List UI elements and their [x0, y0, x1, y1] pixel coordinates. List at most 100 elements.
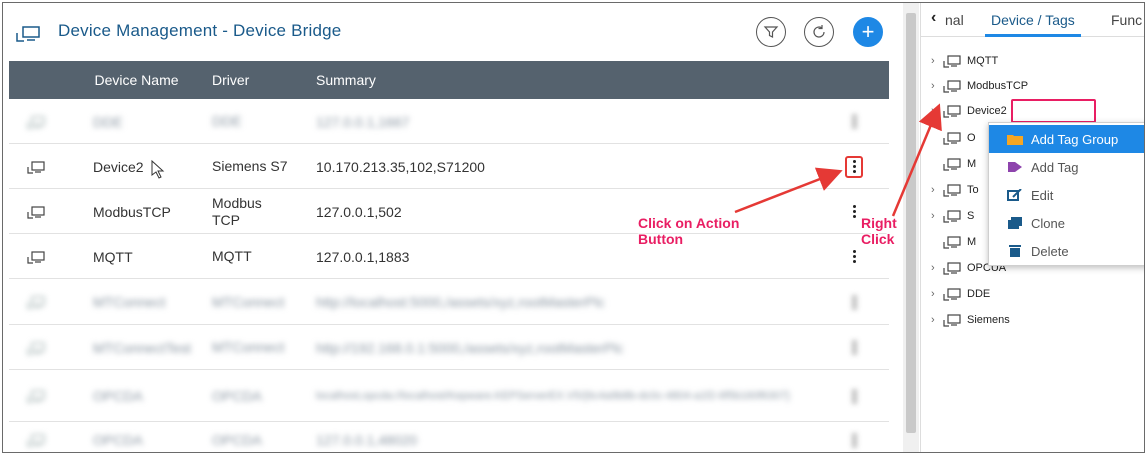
chevron-right-icon[interactable]: ›: [931, 55, 943, 67]
chevron-right-icon[interactable]: ›: [931, 80, 943, 92]
tab-func[interactable]: Func: [1111, 12, 1142, 28]
annotation-click-action: Click on Action Button: [638, 215, 758, 247]
tree-item[interactable]: M: [931, 154, 976, 174]
tab-nal[interactable]: nal: [945, 12, 964, 28]
filter-icon: [763, 26, 779, 38]
tab-device-tags[interactable]: Device / Tags: [991, 12, 1075, 28]
chevron-right-icon[interactable]: ›: [931, 210, 943, 222]
page-title: Device Management - Device Bridge: [58, 21, 342, 40]
panel-header: Device Management - Device Bridge +: [3, 3, 901, 61]
tree-item-label: DDE: [967, 288, 991, 300]
device-icon: [27, 433, 45, 447]
tree-item[interactable]: › Siemens: [931, 310, 1010, 330]
tree-item-label: O: [967, 132, 976, 144]
device-name-cell: DDE: [93, 113, 123, 130]
device2-highlight-box: [1011, 99, 1096, 123]
context-menu-item[interactable]: Add Tag Group: [989, 125, 1144, 153]
driver-cell: DDE: [212, 113, 242, 129]
tree-item-label: Device2: [967, 105, 1007, 117]
summary-cell: 127.0.0.1,48020: [316, 432, 418, 448]
chevron-right-icon[interactable]: ›: [931, 262, 943, 274]
device-icon: [943, 54, 961, 68]
chevron-left-icon[interactable]: ‹: [931, 9, 936, 27]
device-icon: [27, 160, 45, 174]
context-menu-item-label: Delete: [1031, 243, 1069, 259]
device-name-cell: OPCDA: [93, 432, 143, 448]
screenshot-frame: Device Management - Device Bridge + Devi…: [2, 2, 1145, 453]
table-row[interactable]: DDE DDE 127.0.0.1,1667: [9, 99, 889, 144]
annotation-right-click: Right Click: [861, 215, 911, 247]
device-icon: [943, 131, 961, 145]
table-row[interactable]: MTConnect MTConnect http://localhost:5000,…: [9, 279, 889, 325]
tree-item-label: S: [967, 210, 975, 222]
driver-cell: MTConnect: [212, 293, 285, 310]
device-management-panel: Device Management - Device Bridge + Devi…: [3, 3, 901, 452]
tree-item[interactable]: M: [931, 232, 976, 252]
column-header-driver[interactable]: Driver: [212, 61, 249, 99]
table-row[interactable]: MTConnectTest MTConnect http://192.168.0.1…: [9, 325, 889, 370]
tree-item[interactable]: › S: [931, 206, 974, 226]
trash-icon: [1007, 245, 1023, 257]
context-menu-item-label: Add Tag: [1031, 159, 1079, 175]
tree-item-label: Siemens: [967, 314, 1010, 326]
tree-item[interactable]: › MQTT: [931, 51, 998, 71]
action-menu-button[interactable]: [845, 155, 863, 178]
action-menu-button[interactable]: [846, 202, 862, 222]
right-panel-tabs: ‹ nal Device / Tags Func: [921, 3, 1144, 37]
chevron-right-icon[interactable]: ›: [931, 184, 943, 196]
add-device-button[interactable]: +: [853, 17, 883, 47]
table-row[interactable]: Device2 Siemens S7 10.170.213.35,102,S7120…: [9, 144, 889, 189]
action-menu-button[interactable]: [846, 247, 862, 267]
action-menu-button[interactable]: [846, 112, 862, 132]
device-icon: [27, 250, 45, 264]
chevron-right-icon[interactable]: ›: [931, 314, 943, 326]
summary-cell: http://localhost:5000,/assets/xyz,rootMa…: [316, 294, 605, 310]
action-menu-button[interactable]: [846, 292, 862, 312]
device-name-cell: MTConnectTest: [93, 339, 192, 356]
device-name-cell: ModbusTCP: [93, 203, 171, 220]
table-row[interactable]: OPCDA OPCDA 127.0.0.1,48020: [9, 422, 889, 452]
summary-cell: http://192.168.0.1:5000,/assets/xyz,root…: [316, 339, 624, 356]
refresh-icon: [813, 25, 825, 38]
action-menu-button[interactable]: [846, 386, 862, 406]
driver-cell: OPCDA: [212, 387, 262, 404]
context-menu-item[interactable]: Clone: [989, 209, 1144, 237]
device-table: Device Name Driver Summary DDE DDE 127.0.0…: [9, 61, 889, 452]
device-icon: [27, 115, 45, 129]
device-icon: [27, 205, 45, 219]
tree-item[interactable]: O: [931, 128, 976, 148]
table-row[interactable]: OPCDA OPCDA localhost,opcda://localhost/Ke…: [9, 370, 889, 422]
driver-cell: MTConnect: [212, 339, 285, 355]
device-icon: [943, 313, 961, 327]
action-menu-button[interactable]: [846, 338, 862, 358]
device-name-cell: MQTT: [93, 248, 133, 265]
context-menu-item[interactable]: Edit: [989, 181, 1144, 209]
tree-item[interactable]: › Device2: [931, 101, 1007, 121]
chevron-right-icon[interactable]: ›: [931, 288, 943, 300]
device-icon: [27, 295, 45, 309]
column-header-device-name[interactable]: Device Name: [89, 61, 184, 99]
device-icon: [943, 157, 961, 171]
device-icon: [943, 79, 961, 93]
tree-item[interactable]: › ModbusTCP: [931, 76, 1028, 96]
column-header-summary[interactable]: Summary: [316, 61, 376, 99]
annotation-right-click-text: Right Click: [861, 215, 897, 247]
tree-item[interactable]: › DDE: [931, 284, 990, 304]
tree-item-label: ModbusTCP: [967, 80, 1029, 92]
action-menu-button[interactable]: [846, 430, 862, 450]
device-icon: [943, 104, 961, 118]
tree-item[interactable]: › To: [931, 180, 979, 200]
summary-cell: localhost,opcda://localhost/Kepware.KEPS…: [316, 390, 790, 402]
device-icon: [27, 341, 45, 355]
chevron-right-icon[interactable]: ›: [931, 105, 943, 117]
refresh-button[interactable]: [804, 17, 834, 47]
device-icon: [16, 26, 40, 42]
filter-button[interactable]: [756, 17, 786, 47]
device-icon: [27, 389, 45, 403]
context-menu-item[interactable]: Delete: [989, 237, 1144, 265]
table-header: Device Name Driver Summary: [9, 61, 889, 99]
context-menu-item[interactable]: Add Tag: [989, 153, 1144, 181]
active-tab-indicator: [985, 34, 1081, 37]
device-name-cell: Device2: [93, 158, 144, 175]
summary-cell: 127.0.0.1,1667: [316, 113, 410, 130]
